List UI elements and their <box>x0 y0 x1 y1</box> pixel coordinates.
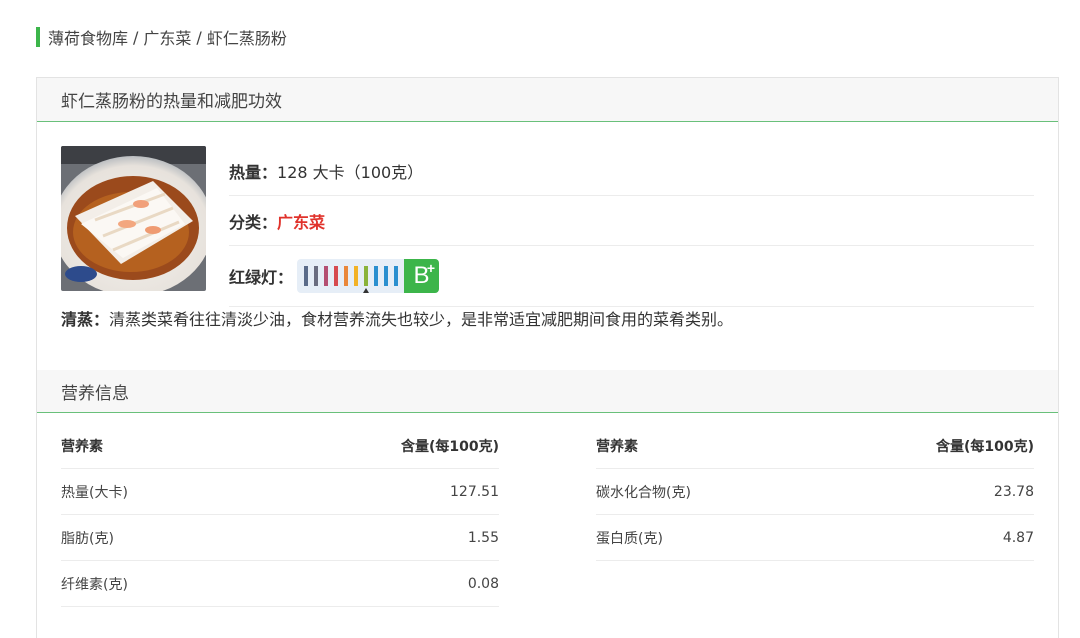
summary-title: 虾仁蒸肠粉的热量和减肥功效 <box>37 78 1058 122</box>
category-link[interactable]: 广东菜 <box>277 209 325 233</box>
traffic-light-bar <box>384 266 389 286</box>
traffic-light-bar <box>334 266 339 286</box>
traffic-light-indicator[interactable]: B + <box>297 259 440 293</box>
category-label: 分类： <box>229 212 278 232</box>
breadcrumb-separator: / <box>133 27 139 47</box>
traffic-light-bar <box>304 266 309 286</box>
breadcrumb-accent-bar <box>36 27 40 47</box>
breadcrumb: 薄荷食物库 / 广东菜 / 虾仁蒸肠粉 <box>36 26 287 48</box>
breadcrumb-link-food-library[interactable]: 薄荷食物库 <box>48 25 128 49</box>
nutrient-column-header: 营养素 <box>61 438 103 455</box>
nutrient-value: 1.55 <box>467 529 499 546</box>
calorie-value: 128 大卡（100克） <box>277 162 424 182</box>
nutrient-value: 4.87 <box>1002 529 1034 546</box>
nutrition-section-header: 营养信息 <box>37 370 1058 413</box>
food-detail-panel: 虾仁蒸肠粉的热量和减肥功效 热量： 128 大卡（100克） 分类： 广东菜 红… <box>36 77 1059 638</box>
nutrient-name: 脂肪(克) <box>61 530 114 547</box>
nutrition-header-row: 营养素 含量(每100克) <box>61 423 499 469</box>
cooking-method-text: 清蒸类菜肴往往清淡少油，食材营养流失也较少，是非常适宜减肥期间食用的菜肴类别。 <box>109 310 734 329</box>
category-row: 分类： 广东菜 <box>229 196 1034 246</box>
nutrient-value: 127.51 <box>450 483 499 500</box>
breadcrumb-current: 虾仁蒸肠粉 <box>206 29 287 48</box>
cooking-method-label: 清蒸： <box>61 310 110 329</box>
health-grade-plus: + <box>426 260 436 276</box>
traffic-light-bar <box>354 266 359 286</box>
nutrient-column-header: 营养素 <box>596 438 638 455</box>
calorie-row: 热量： 128 大卡（100克） <box>229 146 1034 196</box>
nutrition-table-left: 营养素 含量(每100克) 热量(大卡) 127.51 脂肪(克) 1.55 纤维素(克… <box>61 423 499 607</box>
health-grade-badge: B + <box>404 259 440 293</box>
nutrient-value: 23.78 <box>993 483 1034 500</box>
nutrition-title: 营养信息 <box>61 383 129 404</box>
breadcrumb-separator: / <box>196 27 202 47</box>
nutrition-row: 脂肪(克) 1.55 <box>61 515 499 561</box>
nutrient-name: 热量(大卡) <box>61 484 128 501</box>
nutrient-name: 纤维素(克) <box>61 576 128 593</box>
breadcrumb-link-cantonese[interactable]: 广东菜 <box>143 25 191 49</box>
nutrient-name: 蛋白质(克) <box>596 530 663 547</box>
cooking-method-note: 清蒸：清蒸类菜肴往往清淡少油，食材营养流失也较少，是非常适宜减肥期间食用的菜肴类… <box>61 306 733 330</box>
nutrition-row: 纤维素(克) 0.08 <box>61 561 499 607</box>
traffic-light-bar <box>324 266 329 286</box>
amount-column-header: 含量(每100克) <box>935 438 1034 455</box>
nutrient-value: 0.08 <box>467 575 499 592</box>
traffic-light-bars <box>304 266 404 293</box>
traffic-light-bar <box>314 266 319 286</box>
traffic-light-bar <box>374 266 379 286</box>
traffic-light-row: 红绿灯： B + <box>229 246 1034 307</box>
nutrition-row: 蛋白质(克) 4.87 <box>596 515 1034 561</box>
amount-column-header: 含量(每100克) <box>400 438 499 455</box>
food-properties: 热量： 128 大卡（100克） 分类： 广东菜 红绿灯： B + <box>229 146 1034 307</box>
nutrient-name: 碳水化合物(克) <box>596 484 691 501</box>
nutrition-header-row: 营养素 含量(每100克) <box>596 423 1034 469</box>
calorie-label: 热量： <box>229 162 278 182</box>
traffic-light-bar <box>394 266 399 286</box>
traffic-light-bar <box>363 266 370 293</box>
traffic-light-label: 红绿灯： <box>229 268 294 287</box>
traffic-light-bar <box>344 266 349 286</box>
nutrition-table-right: 营养素 含量(每100克) 碳水化合物(克) 23.78 蛋白质(克) 4.87 <box>596 423 1034 561</box>
traffic-light-marker-icon <box>363 288 370 293</box>
nutrition-row: 热量(大卡) 127.51 <box>61 469 499 515</box>
food-photo-icon <box>61 146 206 291</box>
nutrition-row: 碳水化合物(克) 23.78 <box>596 469 1034 515</box>
